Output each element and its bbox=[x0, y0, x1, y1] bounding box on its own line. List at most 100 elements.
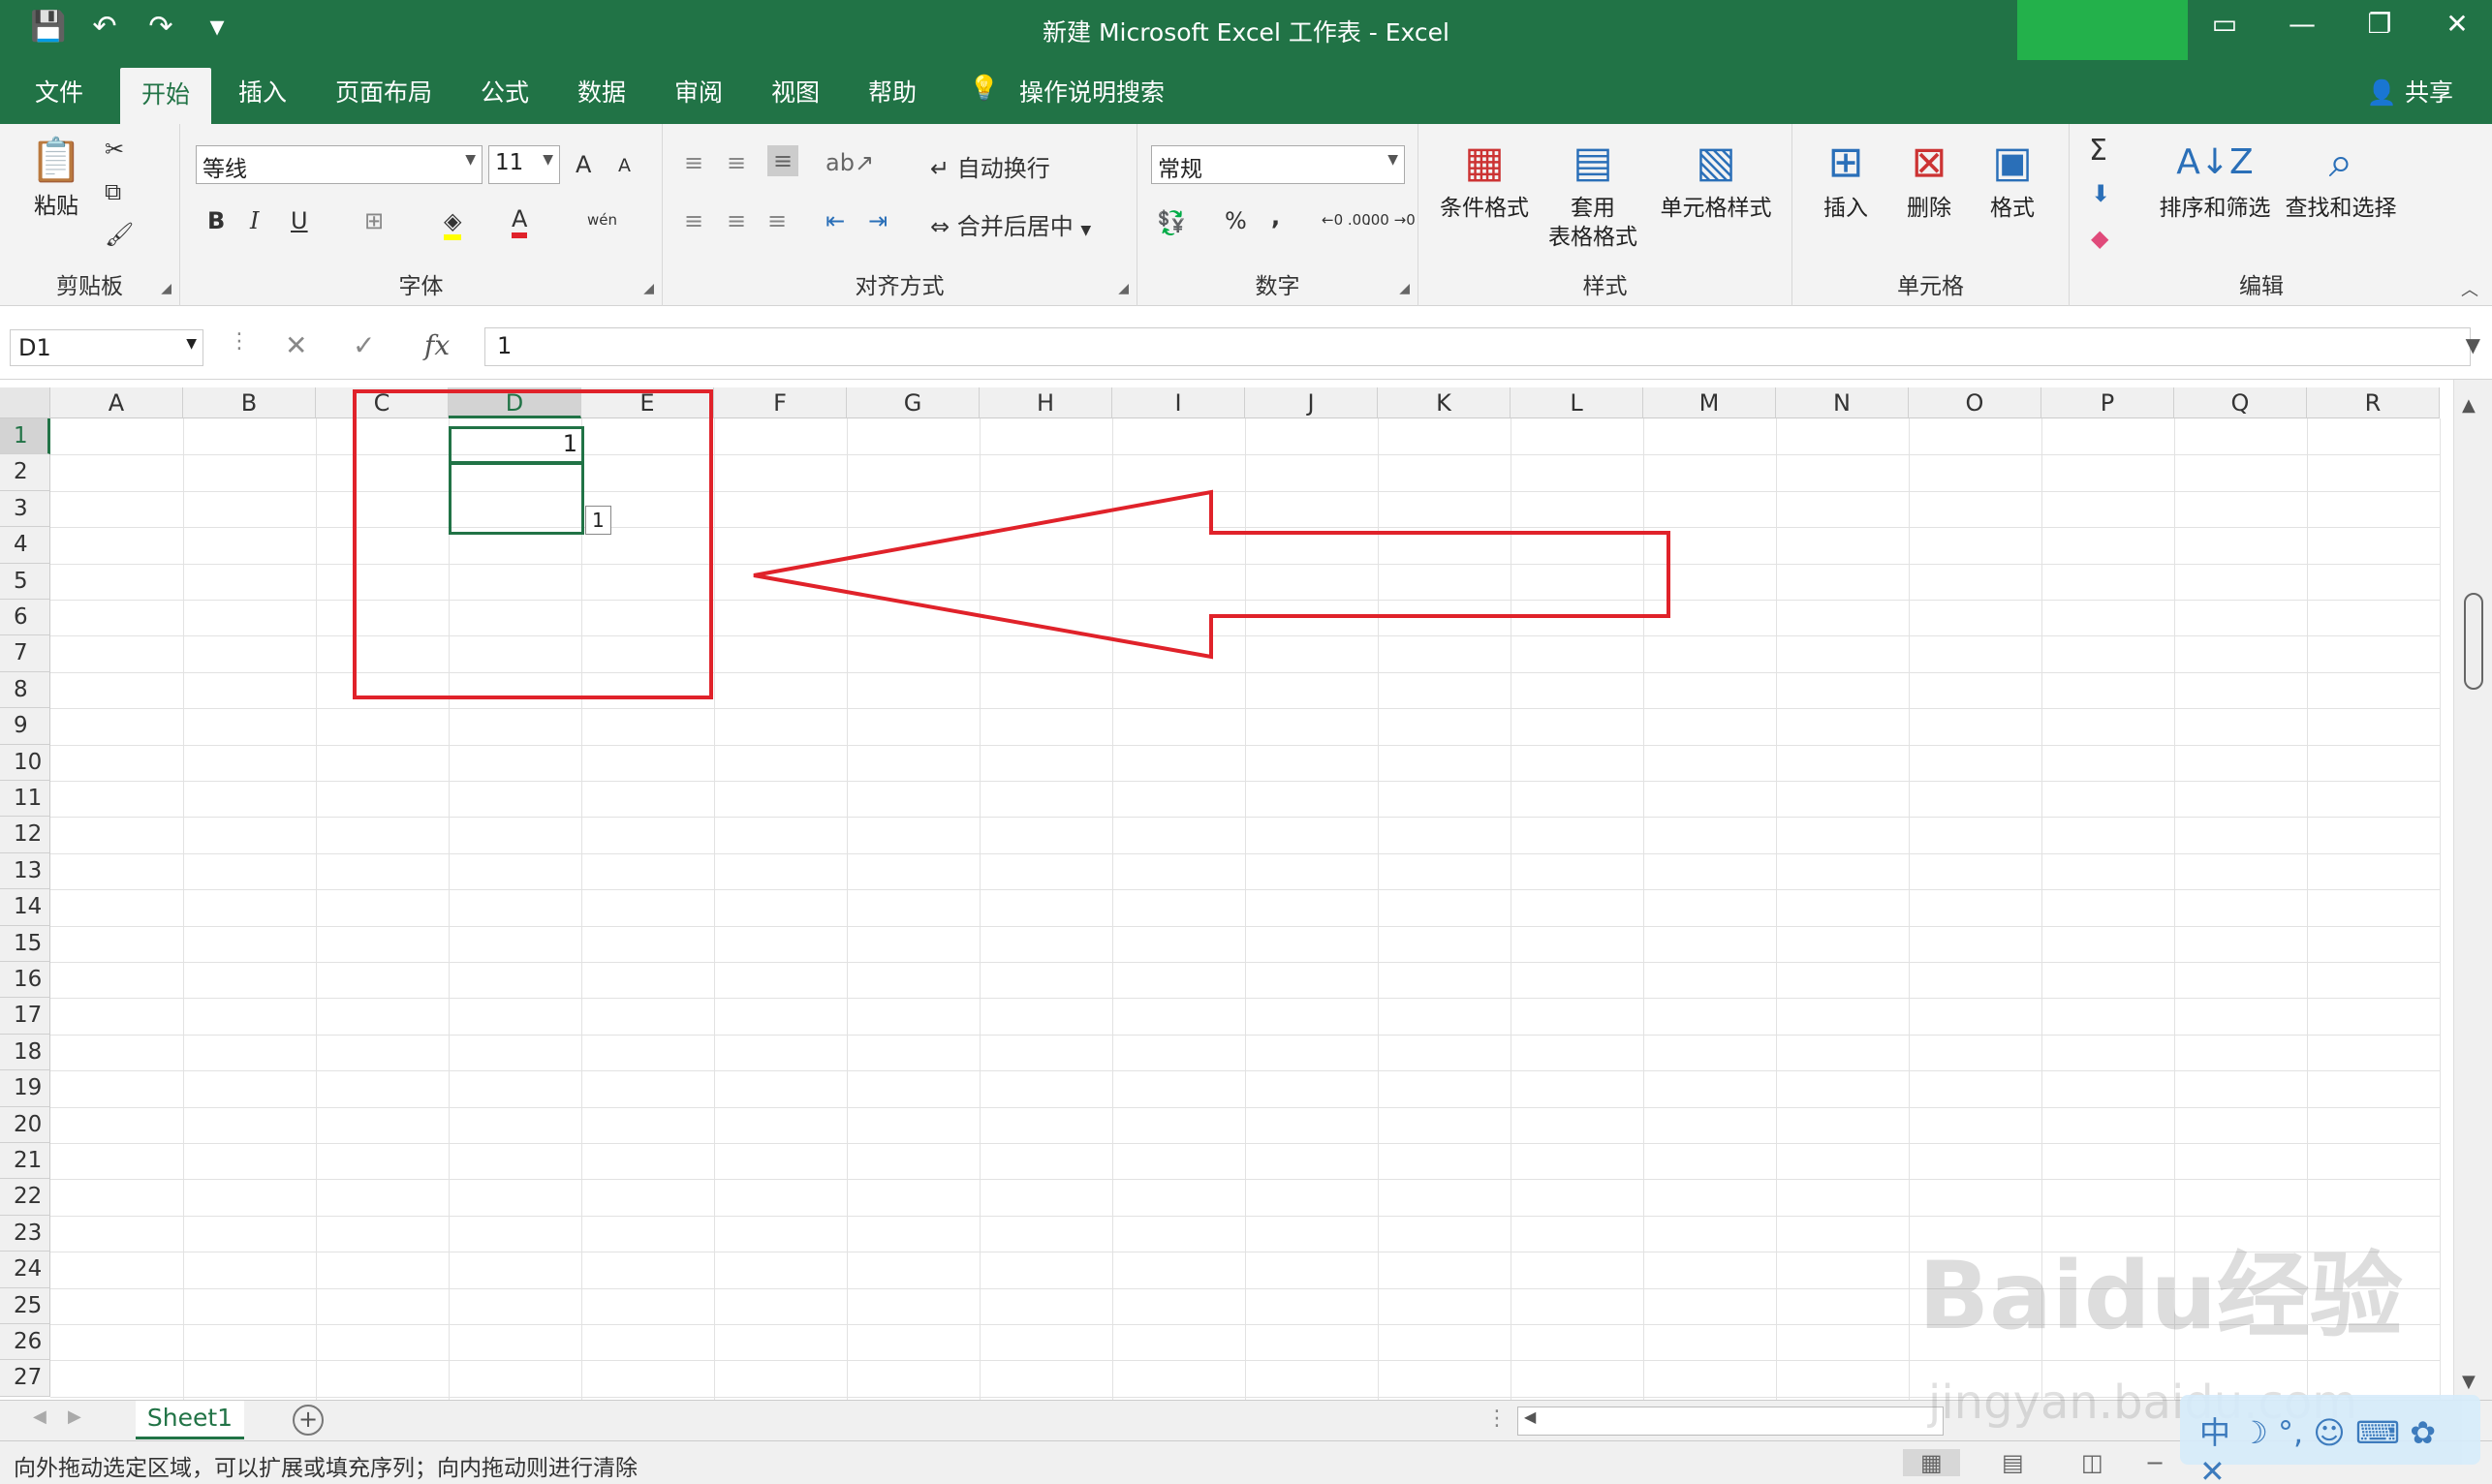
ime-toolbar[interactable]: 中 ☽ °, ☺ ⌨ ✿ ✕ bbox=[2180, 1395, 2480, 1484]
row-header[interactable]: 19 bbox=[0, 1070, 50, 1107]
column-header[interactable]: M bbox=[1643, 387, 1776, 418]
page-layout-view-icon[interactable]: ▤ bbox=[2002, 1449, 2024, 1476]
column-header[interactable]: H bbox=[980, 387, 1112, 418]
row-header[interactable]: 13 bbox=[0, 852, 50, 890]
row-header[interactable]: 20 bbox=[0, 1106, 50, 1143]
expand-formula-icon[interactable]: ▼ bbox=[2466, 333, 2480, 356]
select-all-corner[interactable] bbox=[0, 387, 50, 418]
decrease-indent-icon[interactable]: ⇤ bbox=[825, 207, 845, 234]
clear-icon[interactable]: ◆ bbox=[2091, 225, 2108, 252]
row-header[interactable]: 21 bbox=[0, 1143, 50, 1180]
autosum-button[interactable]: Σ bbox=[2089, 134, 2107, 168]
scroll-thumb[interactable] bbox=[2464, 593, 2483, 690]
minimize-icon[interactable]: — bbox=[2281, 8, 2323, 40]
tab-formulas[interactable]: 公式 bbox=[481, 74, 529, 108]
format-cells-button[interactable]: ▣ 格式 bbox=[1973, 136, 2052, 223]
wrap-text-button[interactable]: ↵ 自动换行 bbox=[930, 149, 1050, 183]
row-header[interactable]: 25 bbox=[0, 1287, 50, 1324]
normal-view-icon[interactable]: ▦ bbox=[1903, 1449, 1960, 1476]
find-select-button[interactable]: ⌕ 查找和选择 bbox=[2281, 136, 2401, 223]
merge-center-button[interactable]: ⇔ 合并后居中 ▼ bbox=[930, 207, 1091, 241]
row-header[interactable]: 17 bbox=[0, 998, 50, 1035]
row-header[interactable]: 22 bbox=[0, 1179, 50, 1216]
column-header[interactable]: L bbox=[1511, 387, 1643, 418]
orientation-icon[interactable]: ab↗ bbox=[825, 149, 874, 176]
row-header[interactable]: 23 bbox=[0, 1215, 50, 1252]
ribbon-display-icon[interactable]: ▭ bbox=[2203, 8, 2246, 40]
tab-home[interactable]: 开始 bbox=[120, 68, 212, 124]
row-header[interactable]: 10 bbox=[0, 744, 50, 781]
font-size-combo[interactable]: 11 ▼ bbox=[488, 145, 560, 184]
paste-button[interactable]: 📋 粘贴 bbox=[17, 134, 95, 221]
column-header[interactable]: N bbox=[1776, 387, 1909, 418]
tell-me-search[interactable]: 操作说明搜索 bbox=[1019, 74, 1165, 108]
phonetic-button[interactable]: wén bbox=[587, 211, 617, 229]
enter-icon[interactable]: ✓ bbox=[353, 329, 375, 361]
tab-insert[interactable]: 插入 bbox=[238, 74, 287, 108]
delete-cells-button[interactable]: ⊠ 删除 bbox=[1889, 136, 1969, 223]
number-format-combo[interactable]: 常规 ▼ bbox=[1151, 145, 1405, 184]
row-header[interactable]: 11 bbox=[0, 781, 50, 818]
row-header[interactable]: 12 bbox=[0, 817, 50, 853]
align-right-icon[interactable]: ≡ bbox=[767, 207, 787, 234]
sort-filter-button[interactable]: A↓Z 排序和筛选 bbox=[2155, 136, 2275, 223]
tab-view[interactable]: 视图 bbox=[771, 74, 820, 108]
row-header[interactable]: 15 bbox=[0, 925, 50, 962]
name-box[interactable]: D1 ▼ bbox=[10, 329, 203, 366]
tab-page-layout[interactable]: 页面布局 bbox=[335, 74, 432, 108]
scroll-down-icon[interactable]: ▼ bbox=[2462, 1372, 2476, 1392]
collapse-ribbon-icon[interactable]: ︿ bbox=[2461, 276, 2478, 301]
row-header[interactable]: 8 bbox=[0, 671, 50, 709]
row-header[interactable]: 5 bbox=[0, 563, 50, 600]
conditional-formatting-button[interactable]: ▦ 条件格式 bbox=[1430, 136, 1539, 223]
borders-icon[interactable]: ⊞ bbox=[364, 207, 384, 234]
increase-indent-icon[interactable]: ⇥ bbox=[868, 207, 888, 234]
column-header[interactable]: F bbox=[714, 387, 847, 418]
align-top-icon[interactable]: ≡ bbox=[684, 149, 703, 176]
column-header[interactable]: P bbox=[2041, 387, 2174, 418]
scroll-up-icon[interactable]: ▲ bbox=[2462, 395, 2476, 416]
column-header[interactable]: Q bbox=[2174, 387, 2307, 418]
column-header[interactable]: C bbox=[316, 387, 449, 418]
accounting-icon[interactable]: 💱 bbox=[1157, 209, 1186, 236]
tab-review[interactable]: 审阅 bbox=[674, 74, 723, 108]
comma-button[interactable]: , bbox=[1271, 203, 1280, 231]
vertical-scrollbar[interactable]: ▲ ▼ bbox=[2453, 380, 2492, 1400]
row-header[interactable]: 26 bbox=[0, 1324, 50, 1361]
dialog-launcher-icon[interactable]: ◢ bbox=[161, 281, 171, 296]
tab-data[interactable]: 数据 bbox=[577, 74, 626, 108]
font-name-combo[interactable]: 等线 ▼ bbox=[196, 145, 483, 184]
align-middle-icon[interactable]: ≡ bbox=[727, 149, 746, 176]
align-center-icon[interactable]: ≡ bbox=[727, 207, 746, 234]
zoom-out-icon[interactable]: − bbox=[2145, 1449, 2165, 1476]
column-header[interactable]: K bbox=[1378, 387, 1511, 418]
page-break-view-icon[interactable]: ◫ bbox=[2081, 1449, 2103, 1476]
font-color-button[interactable]: A bbox=[512, 205, 528, 238]
format-painter-icon[interactable]: 🖌 bbox=[105, 221, 134, 248]
row-header[interactable]: 1 bbox=[0, 418, 50, 455]
row-header[interactable]: 18 bbox=[0, 1034, 50, 1071]
row-header[interactable]: 4 bbox=[0, 527, 50, 564]
scroll-left-icon[interactable]: ◀ bbox=[1518, 1407, 1536, 1426]
underline-button[interactable]: U bbox=[291, 207, 308, 234]
tab-file[interactable]: 文件 bbox=[35, 74, 83, 108]
copy-icon[interactable]: ⧉ bbox=[105, 178, 121, 205]
dialog-launcher-icon[interactable]: ◢ bbox=[1399, 281, 1410, 296]
cancel-icon[interactable]: ✕ bbox=[285, 329, 307, 361]
insert-cells-button[interactable]: ⊞ 插入 bbox=[1806, 136, 1885, 223]
tab-help[interactable]: 帮助 bbox=[868, 74, 917, 108]
row-header[interactable]: 2 bbox=[0, 454, 50, 491]
column-header[interactable]: D bbox=[449, 387, 581, 418]
next-sheet-icon[interactable]: ▶ bbox=[68, 1407, 81, 1427]
increase-decimal-button[interactable]: ←0 .00 bbox=[1322, 211, 1371, 229]
sheet-tab-sheet1[interactable]: Sheet1 bbox=[136, 1401, 244, 1439]
row-header[interactable]: 16 bbox=[0, 962, 50, 999]
dialog-launcher-icon[interactable]: ◢ bbox=[1118, 281, 1129, 296]
prev-sheet-icon[interactable]: ◀ bbox=[33, 1407, 47, 1427]
format-as-table-button[interactable]: ▤ 套用 表格格式 bbox=[1537, 136, 1649, 252]
column-header[interactable]: O bbox=[1909, 387, 2041, 418]
column-header[interactable]: E bbox=[581, 387, 714, 418]
formula-input[interactable]: 1 bbox=[484, 327, 2471, 366]
grow-font-button[interactable]: A bbox=[576, 151, 591, 178]
percent-button[interactable]: % bbox=[1225, 207, 1247, 234]
